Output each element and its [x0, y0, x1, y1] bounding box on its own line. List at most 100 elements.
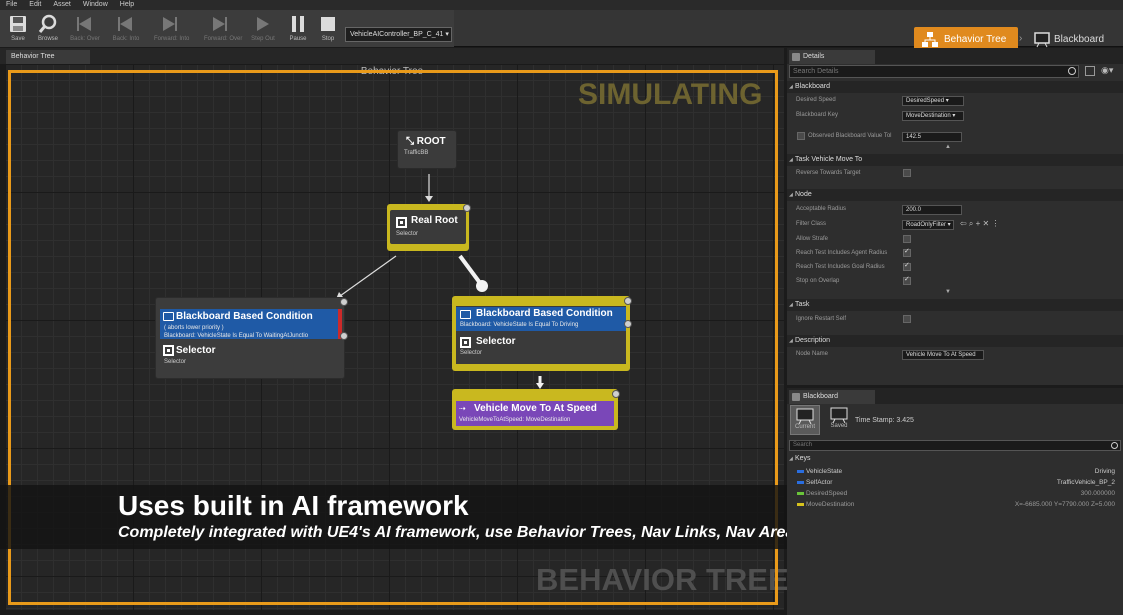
decorator-icon [163, 312, 174, 321]
prop-reach-agent-label: Reach Test Includes Agent Radius [796, 250, 888, 256]
prop-radius-input[interactable]: 200.0 [902, 205, 962, 215]
graph-tab-strip: Behavior Tree [0, 48, 784, 64]
prop-node-name-input[interactable]: Vehicle Move To At Speed [902, 350, 984, 360]
tab-details[interactable]: Details [789, 50, 875, 64]
task-sub: VehicleMoveToAtSpeed: MoveDestination [459, 417, 571, 423]
expand-icon[interactable]: ▲ [945, 144, 951, 150]
section-node[interactable]: Node [787, 189, 1123, 201]
selector-icon [396, 217, 407, 228]
stop-overlap-checkbox[interactable] [903, 275, 911, 285]
root-title: ⤡ ROOT [406, 136, 446, 147]
execution-index-badge [624, 297, 632, 305]
toolbar: Save Browse Back: Over Back: Into Forwar… [0, 10, 1123, 53]
current-values-button[interactable]: Current [790, 405, 820, 435]
debug-object-select[interactable]: VehicleAIController_BP_C_41 ▾ [345, 27, 452, 42]
behavior-tree-mode-label: Behavior Tree [944, 34, 1007, 45]
back-over-button[interactable]: Back: Over [70, 12, 100, 46]
left-decorator-condition: Blackboard: VehicleState Is Equal To Wai… [164, 333, 309, 339]
prop-blackboard-key-select[interactable]: MoveDestination ▾ [902, 111, 964, 121]
menu-help[interactable]: Help [120, 0, 134, 10]
prop-observed-input[interactable]: 142.5 [902, 132, 962, 142]
browse-icon [38, 14, 57, 33]
toolbar-group: Save Browse Back: Over Back: Into Forwar… [0, 10, 454, 47]
key-value: TrafficVehicle_BP_2 [1056, 479, 1115, 486]
left-decorator-title: Blackboard Based Condition [176, 311, 313, 322]
blackboard-key-row[interactable]: MoveDestination X=-6685.000 Y=7790.000 Z… [787, 499, 1123, 510]
blackboard-search-input[interactable]: Search [789, 440, 1121, 451]
root-icon: ⤡ [406, 136, 417, 147]
right-selector-block: Selector Selector [456, 334, 626, 360]
reach-goal-checkbox[interactable] [903, 261, 911, 271]
blackboard-panel: Blackboard Current Saved Time Stamp: 3.4… [787, 388, 1123, 615]
section-task-vehicle-move-to[interactable]: Task Vehicle Move To [787, 154, 1123, 166]
saved-values-button[interactable]: Saved [824, 405, 854, 435]
prop-observed-label: Observed Blackboard Value Tol [808, 133, 892, 139]
property-matrix-icon[interactable] [1085, 66, 1095, 76]
vehicle-move-task-node[interactable]: ⇢ Vehicle Move To At Speed VehicleMoveTo… [452, 389, 620, 430]
tab-blackboard[interactable]: Blackboard [789, 390, 875, 404]
pause-button[interactable]: Pause [283, 12, 313, 46]
reach-agent-checkbox[interactable] [903, 247, 911, 257]
right-selector-node[interactable]: Blackboard Based Condition Blackboard: V… [452, 296, 632, 371]
left-selector-node[interactable]: Blackboard Based Condition ( aborts lowe… [155, 297, 348, 379]
left-selector-body: Selector Selector [160, 342, 342, 370]
behavior-tree-watermark: BEHAVIOR TREE [536, 562, 789, 597]
step-out-button[interactable]: Step Out [248, 12, 278, 46]
blackboard-key-row[interactable]: VehicleState Driving [787, 466, 1123, 477]
prop-desired-speed-select[interactable]: DesiredSpeed ▾ [902, 96, 964, 106]
browse-label: Browse [37, 36, 58, 42]
search-icon [1068, 67, 1076, 75]
root-node[interactable]: ⤡ ROOT TrafficBB [397, 130, 457, 169]
prop-filter-label: Filter Class [796, 221, 827, 227]
browse-button[interactable]: Browse [33, 12, 63, 46]
blackboard-key-row[interactable]: SelfActor TrafficVehicle_BP_2 [787, 477, 1123, 488]
prop-ignore-restart-label: Ignore Restart Self [796, 316, 847, 322]
collapse-icon[interactable]: ▼ [945, 289, 951, 295]
forward-into-button[interactable]: Forward: Into [154, 12, 189, 46]
right-selector-body: Blackboard Based Condition Blackboard: V… [456, 306, 626, 364]
stop-button[interactable]: Stop [313, 12, 343, 46]
blackboard-mode-label: Blackboard [1054, 34, 1105, 45]
eye-icon[interactable]: ◉▾ [1101, 65, 1113, 76]
menu-file[interactable]: File [6, 0, 17, 10]
key-value: X=-6685.000 Y=7790.000 Z=5.000 [1014, 501, 1115, 508]
keys-header[interactable]: Keys [787, 454, 1123, 464]
real-root-node[interactable]: Real Root Selector [387, 204, 471, 251]
filter-actions-icon[interactable]: ⇦ ⌕ + ✕ ⋮ [960, 219, 999, 229]
simulating-label: SIMULATING [578, 78, 763, 111]
details-search-row: Search Details ◉▾ [789, 65, 1121, 78]
ignore-restart-checkbox[interactable] [903, 315, 911, 323]
real-root-sub: Selector [396, 231, 419, 237]
mode-chevron-icon: › [1019, 33, 1023, 44]
details-search-input[interactable]: Search Details [789, 65, 1079, 78]
real-root-body: Real Root Selector [390, 210, 466, 244]
tab-behavior-tree[interactable]: Behavior Tree [6, 50, 90, 64]
key-name: DesiredSpeed [806, 490, 848, 497]
blackboard-key-row[interactable]: DesiredSpeed 300.000000 [787, 488, 1123, 499]
save-button[interactable]: Save [3, 12, 33, 46]
menu-window[interactable]: Window [83, 0, 108, 10]
task-body: ⇢ Vehicle Move To At Speed VehicleMoveTo… [456, 401, 614, 426]
section-task[interactable]: Task [787, 299, 1123, 311]
right-decorator[interactable]: Blackboard Based Condition Blackboard: V… [456, 307, 626, 331]
menu-edit[interactable]: Edit [29, 0, 41, 10]
root-sub: TrafficBB [404, 150, 429, 156]
section-description[interactable]: Description [787, 335, 1123, 347]
observed-value-checkbox[interactable] [797, 132, 805, 140]
save-icon [10, 16, 26, 32]
prop-filter-select[interactable]: RoadOnlyFilter ▾ [902, 220, 954, 230]
left-decorator-abort: ( aborts lower priority ) [164, 325, 224, 331]
left-decorator[interactable]: Blackboard Based Condition ( aborts lowe… [160, 309, 342, 339]
right-selector-title: Selector [476, 336, 516, 347]
reverse-checkbox[interactable] [903, 169, 911, 177]
section-blackboard[interactable]: Blackboard [787, 81, 1123, 93]
forward-over-button[interactable]: Forward: Over [204, 12, 242, 46]
blackboard-current-icon [796, 408, 814, 424]
key-name: MoveDestination [806, 501, 855, 508]
back-into-button[interactable]: Back: Into [111, 12, 141, 46]
caption-subtitle: Completely integrated with UE4's AI fram… [118, 524, 804, 541]
details-icon [792, 53, 800, 61]
menu-asset[interactable]: Asset [53, 0, 71, 10]
strafe-checkbox[interactable] [903, 235, 911, 243]
current-label: Current [794, 424, 815, 430]
